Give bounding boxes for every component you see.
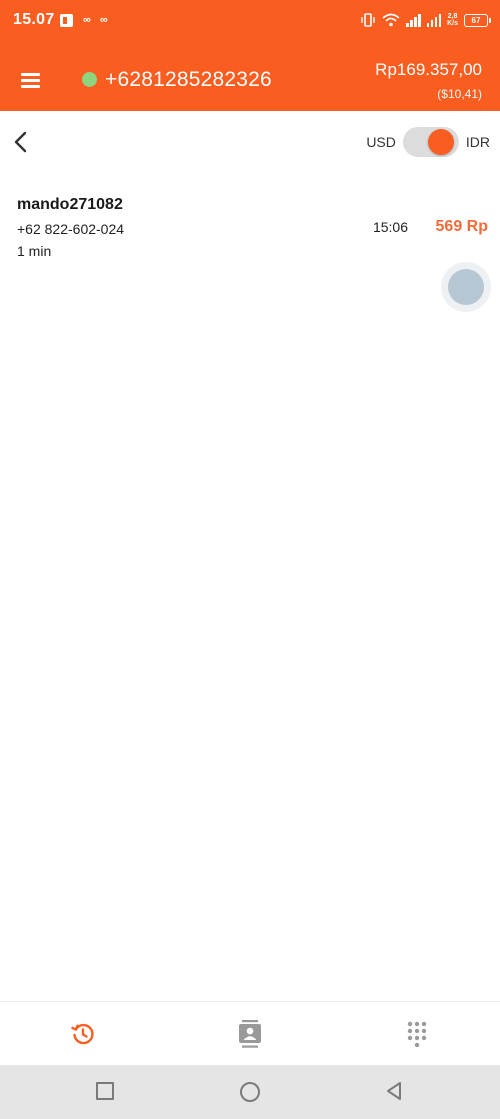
back-button[interactable] [12, 130, 32, 154]
nav-dialpad[interactable] [333, 1002, 500, 1065]
infinity-icon: ∞ [83, 14, 91, 26]
nav-history[interactable] [0, 1002, 167, 1065]
status-notification-icons: ∞ ∞ [60, 11, 108, 29]
hamburger-menu-icon[interactable] [19, 70, 43, 90]
bottom-navigation [0, 1001, 500, 1065]
vibrate-icon [361, 13, 375, 27]
online-status-dot [82, 72, 97, 87]
call-phone-number: +62 822-602-024 [17, 221, 125, 237]
history-icon [71, 1023, 94, 1044]
floating-action-inner [448, 269, 484, 305]
chevron-left-icon [14, 131, 27, 153]
back-triangle-icon[interactable] [385, 1081, 403, 1101]
call-contact-name: mando271082 [17, 196, 123, 213]
toggle-thumb [427, 129, 454, 155]
nav-contacts[interactable] [167, 1002, 334, 1065]
screen: 15.07 ∞ ∞ 2,8 K/s 67 +6281285282326 Rp16… [0, 0, 500, 1119]
currency-idr-label: IDR [465, 134, 490, 150]
dialpad-icon [407, 1021, 426, 1047]
infinity-icon: ∞ [99, 14, 108, 26]
account-number: +6281285282326 [105, 68, 272, 91]
app-bar: +6281285282326 Rp169.357,00 ($10,41) [0, 40, 500, 111]
currency-usd-label: USD [366, 134, 396, 150]
call-time: 15:06 [372, 219, 408, 235]
signal-icon [406, 13, 421, 27]
call-duration: 1 min [17, 243, 52, 259]
wifi-icon [382, 13, 400, 27]
recent-apps-icon[interactable] [96, 1082, 114, 1100]
battery-level: 67 [471, 15, 481, 25]
notification-box-icon [60, 13, 73, 27]
balance-usd: ($10,41) [437, 87, 482, 101]
contacts-icon [239, 1019, 261, 1048]
floating-action-circle[interactable] [441, 262, 491, 312]
system-navigation-bar [0, 1065, 500, 1119]
battery-icon: 67 [464, 13, 491, 27]
signal-icon [426, 13, 442, 27]
status-time: 15.07 [13, 11, 55, 28]
currency-switch: USD IDR [366, 124, 490, 160]
currency-toggle[interactable] [402, 124, 460, 160]
network-speed-icon: 2,8 K/s [447, 13, 458, 27]
balance-idr: Rp169.357,00 [375, 60, 482, 79]
status-bar: 15.07 ∞ ∞ 2,8 K/s 67 [0, 0, 500, 40]
call-history-item[interactable]: mando271082 +62 822-602-024 1 min 15:06 … [0, 188, 500, 268]
status-system-icons: 2,8 K/s 67 [360, 9, 491, 31]
home-icon[interactable] [240, 1082, 260, 1102]
call-cost: 569 Rp [435, 218, 488, 235]
